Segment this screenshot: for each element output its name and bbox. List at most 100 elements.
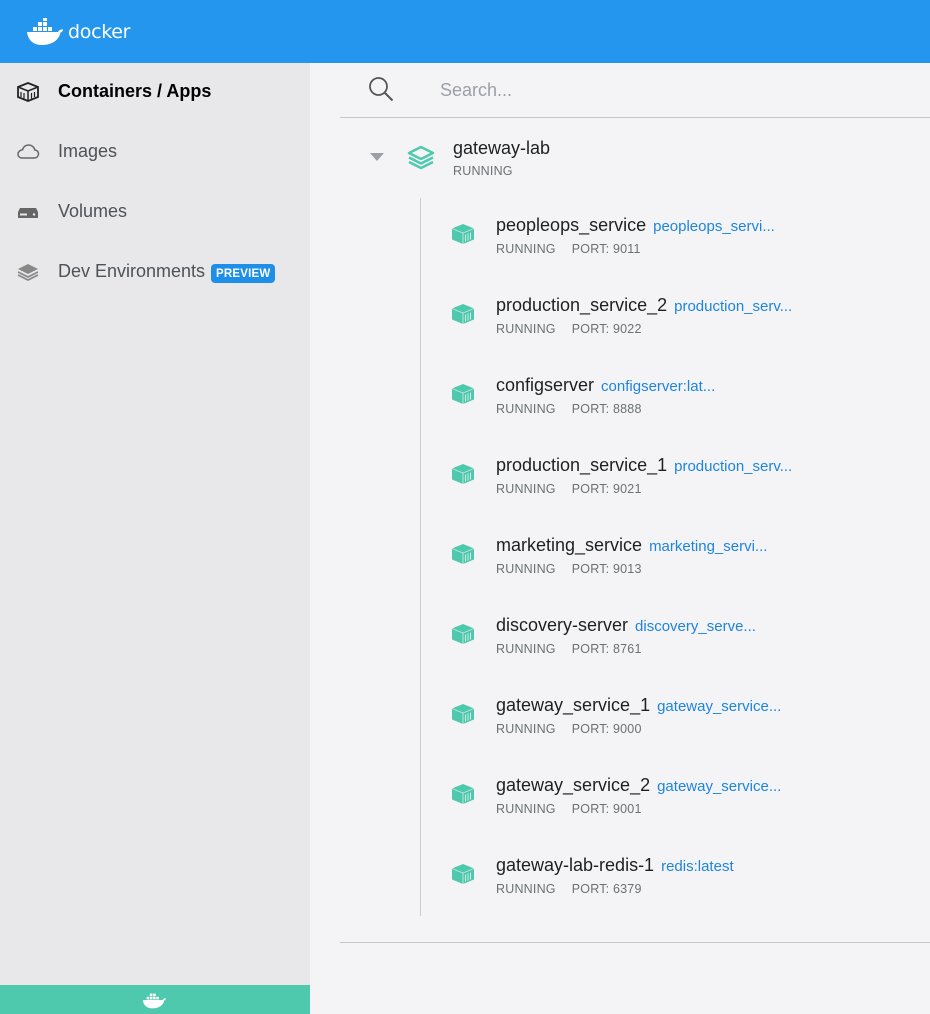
container-icon <box>450 222 476 251</box>
container-port: PORT: 9013 <box>571 562 642 576</box>
container-icon <box>450 382 476 411</box>
container-meta: RUNNING PORT: 8888 <box>496 402 642 416</box>
container-port: PORT: 9000 <box>571 722 642 736</box>
docker-whale-icon <box>27 17 63 45</box>
container-name: production_service_1 <box>496 455 668 475</box>
container-row[interactable]: production_service_1 production_serv... RU… <box>420 438 930 518</box>
container-row[interactable]: production_service_2 production_serv... RU… <box>420 278 930 358</box>
container-image-link[interactable]: production_serv... <box>674 298 792 315</box>
search-icon <box>369 77 394 102</box>
container-image-link[interactable]: gateway_service... <box>657 698 781 715</box>
container-name: peopleops_service <box>496 215 647 235</box>
container-name: discovery-server <box>496 615 629 635</box>
container-meta: RUNNING PORT: 9022 <box>496 322 642 336</box>
container-row[interactable]: gateway_service_1 gateway_service... RUNNI… <box>420 678 930 758</box>
container-name: configserver <box>496 375 595 395</box>
container-meta: RUNNING PORT: 6379 <box>496 882 642 896</box>
search-input[interactable] <box>440 77 860 103</box>
container-image-link[interactable]: redis:latest <box>661 858 734 875</box>
container-port: PORT: 6379 <box>571 882 642 896</box>
sidebar-item-containers[interactable]: Containers / Apps <box>0 72 310 112</box>
container-status: RUNNING <box>496 882 556 896</box>
container-status: RUNNING <box>496 642 556 656</box>
container-title-line: peopleops_service peopleops_servi... <box>496 215 775 236</box>
container-title-line: discovery-server discovery_serve... <box>496 615 756 636</box>
container-port: PORT: 9001 <box>571 802 642 816</box>
container-image-link[interactable]: peopleops_servi... <box>653 218 775 235</box>
sidebar-item-images[interactable]: Images <box>0 132 310 172</box>
container-image-link[interactable]: marketing_servi... <box>649 538 767 555</box>
container-image-link[interactable]: configserver:lat... <box>601 378 715 395</box>
container-meta: RUNNING PORT: 9001 <box>496 802 642 816</box>
container-port: PORT: 8888 <box>571 402 642 416</box>
container-meta: RUNNING PORT: 8761 <box>496 642 642 656</box>
container-port: PORT: 9021 <box>571 482 642 496</box>
container-name: marketing_service <box>496 535 643 555</box>
container-row[interactable]: discovery-server discovery_serve... RUNNIN… <box>420 598 930 678</box>
volume-drive-icon <box>18 208 38 218</box>
sidebar-item-label: Volumes <box>58 201 128 221</box>
container-meta: RUNNING PORT: 9013 <box>496 562 642 576</box>
container-title-line: production_service_1 production_serv... <box>496 455 792 476</box>
container-icon <box>450 302 476 331</box>
container-row[interactable]: configserver configserver:lat... RUNNING PO… <box>420 358 930 438</box>
container-name: gateway_service_1 <box>496 695 651 715</box>
sidebar-item-volumes[interactable]: Volumes <box>0 192 310 232</box>
docker-logo: docker <box>26 17 131 46</box>
container-port: PORT: 9011 <box>571 242 641 256</box>
container-status: RUNNING <box>496 402 556 416</box>
container-row[interactable]: peopleops_service peopleops_servi... RUNNI… <box>420 198 930 278</box>
container-icon <box>450 702 476 731</box>
container-status: RUNNING <box>496 482 556 496</box>
sidebar-item-label: Dev Environments <box>58 261 206 281</box>
divider <box>340 117 930 118</box>
container-icon <box>450 462 476 491</box>
divider <box>340 942 930 943</box>
container-icon <box>450 622 476 651</box>
container-title-line: configserver configserver:lat... <box>496 375 715 396</box>
sidebar-item-label: Containers / Apps <box>58 81 212 101</box>
chevron-down-icon[interactable] <box>370 153 384 162</box>
container-title-line: production_service_2 production_serv... <box>496 295 792 316</box>
container-status: RUNNING <box>496 562 556 576</box>
container-title-line: gateway-lab-redis-1 redis:latest <box>496 855 734 876</box>
container-title-line: marketing_service marketing_servi... <box>496 535 767 556</box>
container-image-link[interactable]: production_serv... <box>674 458 792 475</box>
container-status: RUNNING <box>496 322 556 336</box>
logo-text: docker <box>68 20 131 43</box>
container-icon <box>450 862 476 891</box>
app-status: RUNNING <box>453 164 513 178</box>
container-image-link[interactable]: discovery_serve... <box>635 618 756 635</box>
container-name: production_service_2 <box>496 295 668 315</box>
container-name: gateway-lab-redis-1 <box>496 855 655 875</box>
preview-badge: PREVIEW <box>211 264 276 283</box>
container-image-link[interactable]: gateway_service... <box>657 778 781 795</box>
cloud-icon <box>17 144 40 159</box>
container-row[interactable]: gateway-lab-redis-1 redis:latest RUNNING PO… <box>420 838 930 918</box>
status-footer-bar[interactable] <box>0 985 310 1014</box>
container-status: RUNNING <box>496 722 556 736</box>
container-name: gateway_service_2 <box>496 775 651 795</box>
container-meta: RUNNING PORT: 9021 <box>496 482 642 496</box>
docker-whale-icon <box>142 993 166 1008</box>
container-title-line: gateway_service_2 gateway_service... <box>496 775 781 796</box>
container-meta: RUNNING PORT: 9000 <box>496 722 642 736</box>
container-icon <box>450 782 476 811</box>
app-name: gateway-lab <box>453 138 551 158</box>
container-status: RUNNING <box>496 802 556 816</box>
sidebar: Containers / Apps Images Volumes Dev Env… <box>0 63 310 1014</box>
main-content: gateway-lab RUNNING peopleops_servicepeo… <box>310 63 930 1014</box>
search-bar <box>340 63 930 117</box>
sidebar-item-label: Images <box>58 141 118 161</box>
container-meta: RUNNING PORT: 9011 <box>496 242 641 256</box>
container-icon <box>450 542 476 571</box>
app-stack-icon <box>407 145 435 170</box>
app-header: docker <box>0 0 930 63</box>
sidebar-item-dev-environments[interactable]: Dev Environments PREVIEW <box>0 252 310 292</box>
container-port: PORT: 8761 <box>571 642 642 656</box>
container-row[interactable]: marketing_service marketing_servi... RUNNI… <box>420 518 930 598</box>
dev-environments-icon <box>17 264 39 282</box>
container-box-icon <box>17 82 39 102</box>
container-row[interactable]: gateway_service_2 gateway_service... RUNNI… <box>420 758 930 838</box>
app-group-row[interactable]: gateway-lab RUNNING <box>340 125 930 185</box>
